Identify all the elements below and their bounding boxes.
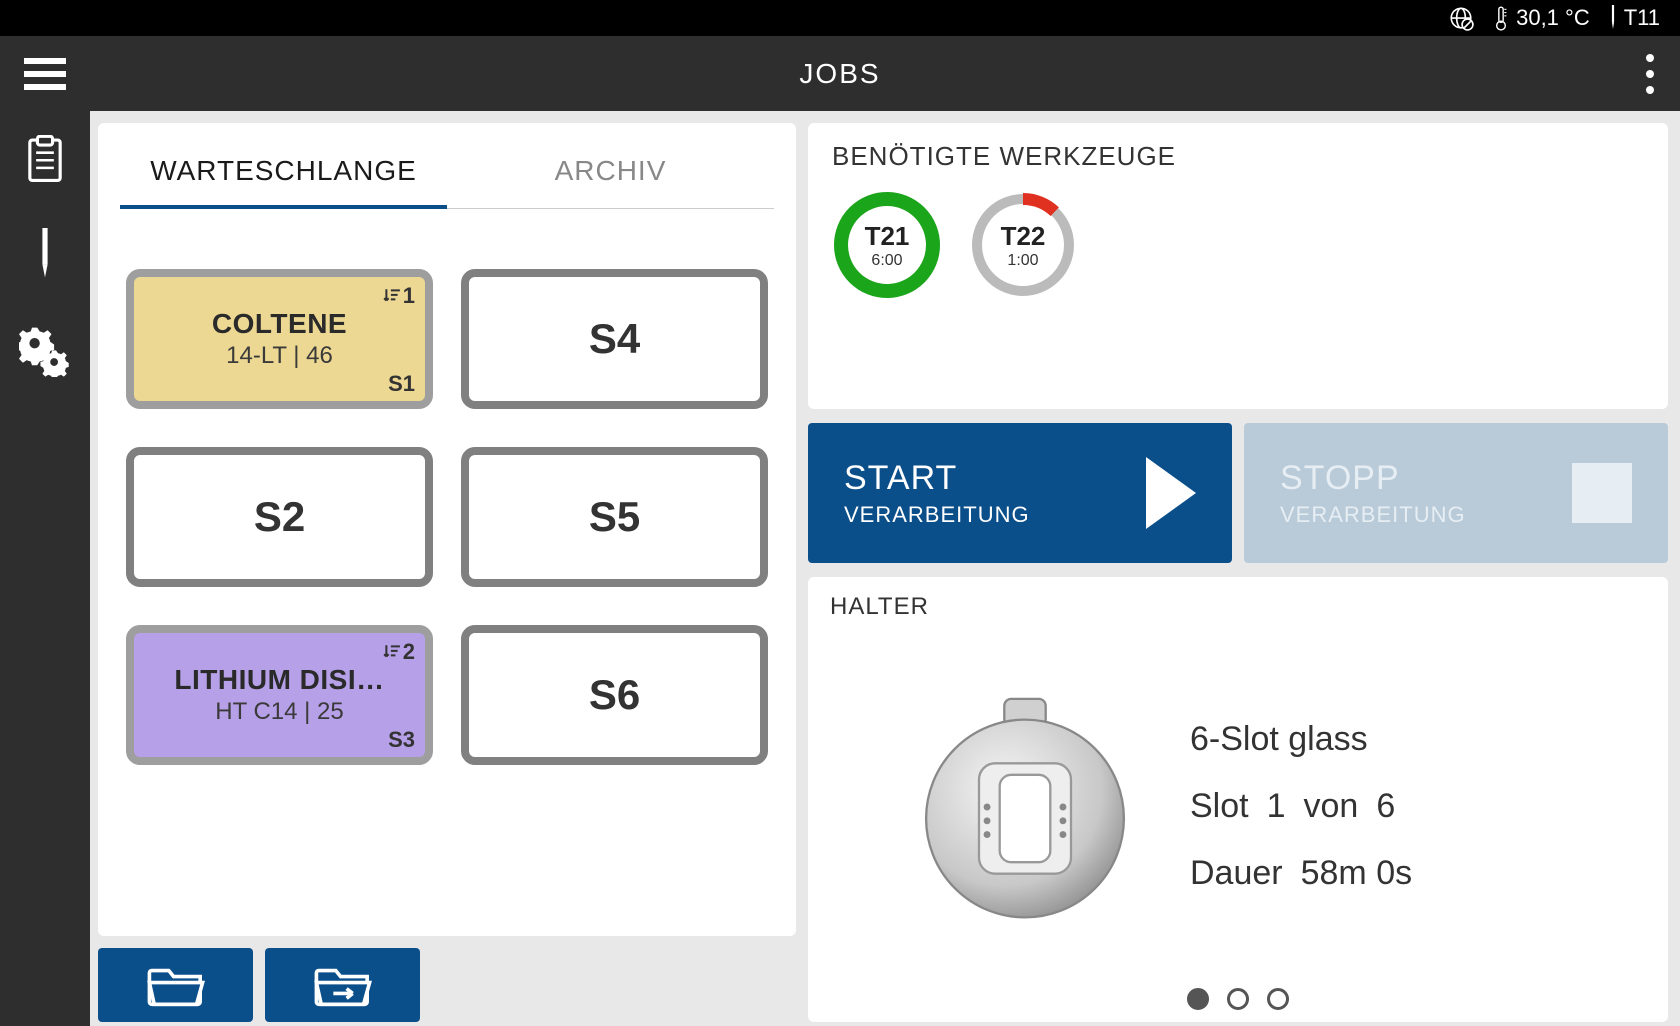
slot-label: S4 xyxy=(589,315,640,363)
slot-job-subtitle: HT C14 | 25 xyxy=(215,698,344,726)
play-icon xyxy=(1146,457,1196,529)
menu-button[interactable] xyxy=(0,36,90,111)
stop-processing-button[interactable]: STOPP VERARBEITUNG xyxy=(1244,423,1668,563)
holder-name: 6-Slot glass xyxy=(1190,720,1412,759)
temperature-status: 30,1 °C xyxy=(1492,5,1590,31)
slot-id-label: S3 xyxy=(388,727,415,753)
pager-dot-3[interactable] xyxy=(1267,988,1289,1010)
globe-icon xyxy=(1448,5,1474,31)
start-sublabel: VERARBEITUNG xyxy=(844,502,1030,528)
export-button[interactable] xyxy=(265,948,420,1022)
stop-sublabel: VERARBEITUNG xyxy=(1280,502,1466,528)
tool-gauge-t21[interactable]: T21 6:00 xyxy=(832,190,942,300)
slot-label: S5 xyxy=(589,493,640,541)
slot-id-label: S1 xyxy=(388,371,415,397)
slot-s4[interactable]: S4 xyxy=(461,269,768,409)
folder-export-icon xyxy=(314,963,372,1007)
more-options-button[interactable] xyxy=(1646,54,1654,94)
top-status-bar: 30,1 °C T11 xyxy=(0,0,1680,36)
thermometer-icon xyxy=(1492,5,1510,31)
tool-time: 1:00 xyxy=(1007,252,1038,270)
queue-position-badge: 1 xyxy=(383,283,415,309)
tool-name: T21 xyxy=(865,221,910,252)
pager xyxy=(830,988,1646,1010)
slot-job-title: COLTENE xyxy=(212,308,347,340)
temperature-value: 30,1 °C xyxy=(1516,5,1590,31)
current-tool-value: T11 xyxy=(1624,5,1660,31)
start-label: START xyxy=(844,459,1030,498)
folder-icon xyxy=(147,963,205,1007)
start-processing-button[interactable]: START VERARBEITUNG xyxy=(808,423,1232,563)
stop-label: STOPP xyxy=(1280,459,1466,498)
slot-label: S2 xyxy=(254,493,305,541)
sort-icon xyxy=(383,287,401,305)
tab-archive[interactable]: ARCHIV xyxy=(447,141,774,208)
tool-gauge-t22[interactable]: T22 1:00 xyxy=(968,190,1078,300)
stop-icon xyxy=(1572,463,1632,523)
holder-illustration xyxy=(910,692,1140,922)
tools-card: BENÖTIGTE WERKZEUGE T21 6:00 xyxy=(808,123,1668,409)
slot-job-title: LITHIUM DISI… xyxy=(174,664,384,696)
sort-icon xyxy=(383,643,401,661)
network-status xyxy=(1448,5,1474,31)
header-bar: JOBS xyxy=(0,36,1680,111)
tabs-row: WARTESCHLANGE ARCHIV xyxy=(120,141,774,209)
tools-title: BENÖTIGTE WERKZEUGE xyxy=(832,141,1644,172)
nav-jobs-button[interactable] xyxy=(24,135,66,188)
page-title: JOBS xyxy=(799,58,880,90)
tool-time: 6:00 xyxy=(871,252,902,270)
slot-job-subtitle: 14-LT | 46 xyxy=(226,342,333,370)
holder-title: HALTER xyxy=(830,593,1646,621)
tool-name: T22 xyxy=(1001,221,1046,252)
slot-label: S6 xyxy=(589,671,640,719)
pager-dot-2[interactable] xyxy=(1227,988,1249,1010)
slot-s1[interactable]: 1 COLTENE 14-LT | 46 S1 xyxy=(126,269,433,409)
nav-tool-button[interactable] xyxy=(39,228,51,285)
tab-queue[interactable]: WARTESCHLANGE xyxy=(120,141,447,209)
slot-s3[interactable]: 2 LITHIUM DISI… HT C14 | 25 S3 xyxy=(126,625,433,765)
tool-icon xyxy=(1608,5,1618,31)
current-tool-status: T11 xyxy=(1608,5,1660,31)
slot-s6[interactable]: S6 xyxy=(461,625,768,765)
jobs-card: WARTESCHLANGE ARCHIV 1 COLTENE 14-LT | 4… xyxy=(98,123,796,936)
side-nav xyxy=(0,111,90,1026)
holder-slot-row: Slot 1 von 6 xyxy=(1190,787,1412,826)
nav-settings-button[interactable] xyxy=(19,325,71,382)
open-folder-button[interactable] xyxy=(98,948,253,1022)
slot-s2[interactable]: S2 xyxy=(126,447,433,587)
queue-position-badge: 2 xyxy=(383,639,415,665)
holder-card: HALTER xyxy=(808,577,1668,1022)
holder-duration-row: Dauer 58m 0s xyxy=(1190,854,1412,893)
pager-dot-1[interactable] xyxy=(1187,988,1209,1010)
slot-s5[interactable]: S5 xyxy=(461,447,768,587)
